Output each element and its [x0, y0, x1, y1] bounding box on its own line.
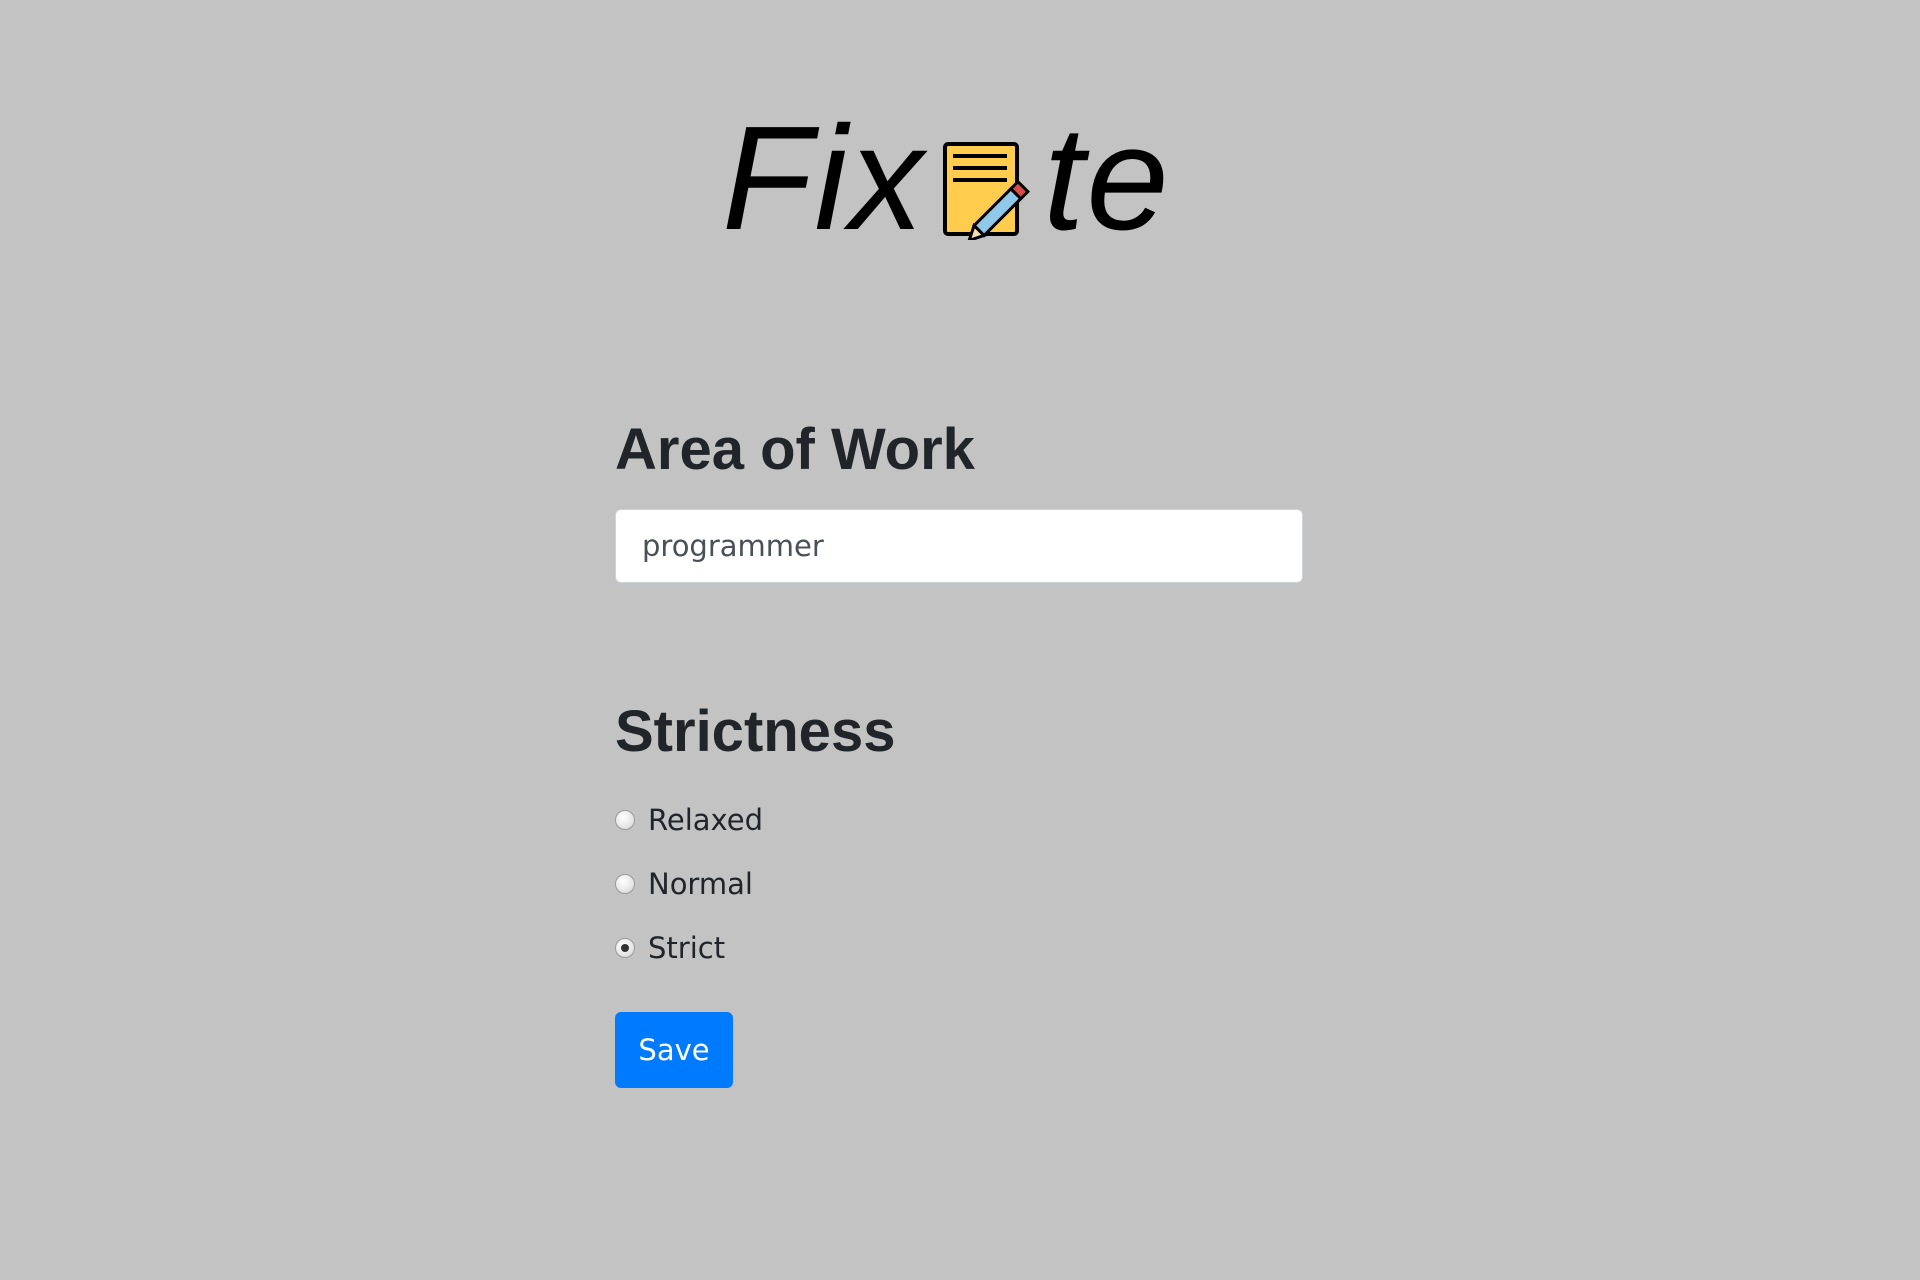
area-of-work-input[interactable]: [615, 509, 1303, 583]
radio-normal[interactable]: [615, 874, 635, 894]
logo-text-prefix: Fix: [722, 96, 926, 261]
radio-relaxed[interactable]: [615, 810, 635, 830]
strictness-option-strict[interactable]: Strict: [615, 916, 763, 980]
radio-label-relaxed: Relaxed: [648, 803, 764, 837]
radio-label-strict: Strict: [648, 931, 726, 965]
strictness-radio-group: Relaxed Normal Strict: [615, 788, 763, 980]
area-of-work-heading: Area of Work: [615, 417, 975, 482]
strictness-option-relaxed[interactable]: Relaxed: [615, 788, 763, 852]
fixote-logo: Fix te: [722, 104, 1171, 254]
logo-text-suffix: te: [1043, 96, 1171, 261]
strictness-heading: Strictness: [615, 699, 896, 764]
save-button[interactable]: Save: [615, 1012, 733, 1088]
radio-label-normal: Normal: [648, 867, 753, 901]
strictness-option-normal[interactable]: Normal: [615, 852, 763, 916]
notepad-pencil-icon: [941, 140, 1041, 243]
radio-strict[interactable]: [615, 938, 635, 958]
